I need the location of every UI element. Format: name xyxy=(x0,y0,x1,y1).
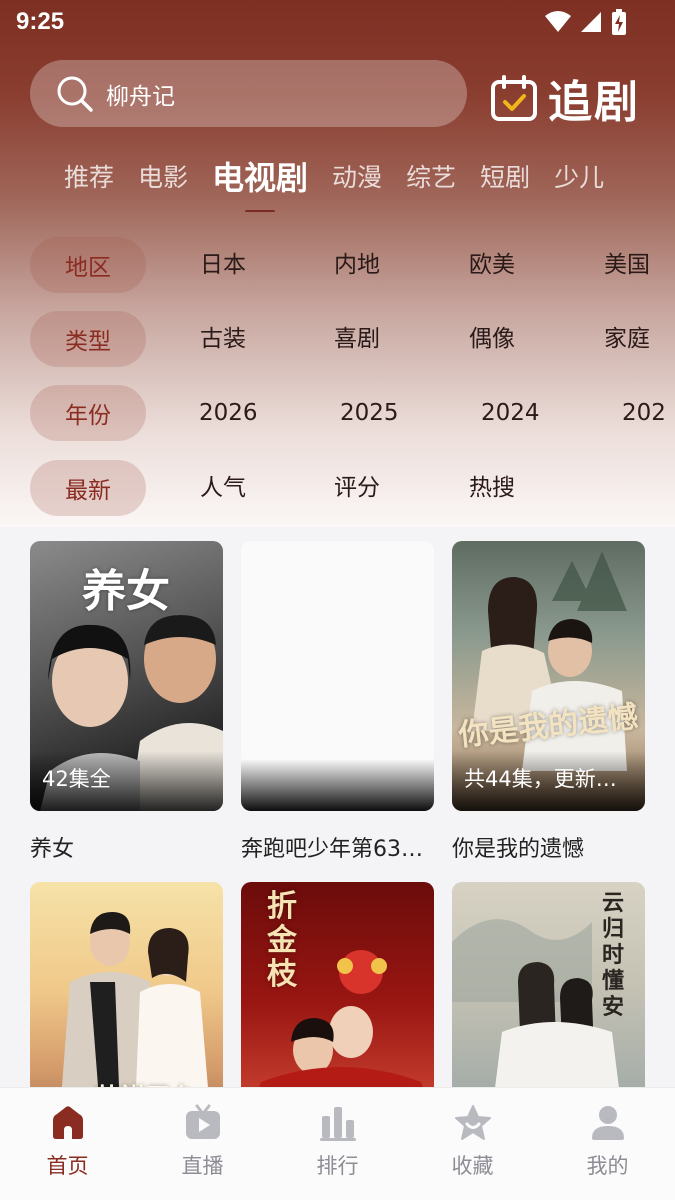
nav-ranking[interactable]: 排行 xyxy=(270,1104,405,1180)
ranking-bars-icon xyxy=(319,1107,356,1141)
poster-gradient xyxy=(241,759,434,811)
filter-row-region: 地区 日本 内地 欧美 美国 xyxy=(0,237,675,293)
filter-label-sort[interactable]: 最新 xyxy=(30,460,146,516)
filter-label-region[interactable]: 地区 xyxy=(30,237,146,293)
poster-artwork xyxy=(61,912,208,1087)
filter-option[interactable]: 2025 xyxy=(340,385,399,441)
filter-option[interactable]: 欧美 xyxy=(469,237,515,293)
tab-kids[interactable]: 少儿 xyxy=(554,152,604,204)
poster-title-art: 折金枝 xyxy=(267,889,297,992)
poster-image: 折金枝 xyxy=(241,882,434,1087)
filter-row-year: 年份 2026 2025 2024 202 xyxy=(0,385,675,441)
filter-option[interactable]: 2024 xyxy=(481,385,540,441)
show-title: 你是我的遗憾 xyxy=(452,837,585,862)
poster-image xyxy=(241,541,434,811)
nav-favorites[interactable]: 收藏 xyxy=(405,1104,540,1180)
poster-image: 养女 42集全 xyxy=(30,541,223,811)
nav-home[interactable]: 首页 xyxy=(0,1104,135,1180)
show-title: 养女 xyxy=(30,837,75,862)
profile-icon xyxy=(591,1106,624,1140)
cellular-signal-icon xyxy=(581,12,601,32)
filter-option[interactable]: 2026 xyxy=(199,385,258,441)
nav-label: 直播 xyxy=(181,1154,224,1178)
status-bar: 9:25 xyxy=(0,0,675,46)
tab-short-drama[interactable]: 短剧 xyxy=(480,152,530,204)
poster-title-art: 云归时懂安 xyxy=(602,890,625,1020)
filter-option[interactable]: 人气 xyxy=(200,460,246,516)
wifi-icon xyxy=(545,11,571,32)
tab-tv-series[interactable]: 电视剧 xyxy=(212,152,308,212)
content-grid: 养女 42集全 养女 奔跑吧少年第63… 你是我的遗憾 共44集，更新… 你是我… xyxy=(0,527,675,1087)
filter-row-sort: 最新 人气 评分 热搜 xyxy=(0,460,675,516)
follow-shows-button[interactable]: 追剧 xyxy=(490,66,640,130)
filter-option[interactable]: 家庭 xyxy=(604,311,650,367)
filter-option[interactable]: 评分 xyxy=(334,460,380,516)
filter-label-year[interactable]: 年份 xyxy=(30,385,146,441)
nav-label: 排行 xyxy=(316,1154,359,1178)
search-icon xyxy=(57,76,93,112)
poster-title-art: 芸祺已久 xyxy=(94,1078,198,1087)
filter-option[interactable]: 偶像 xyxy=(469,311,515,367)
show-title: 奔跑吧少年第63… xyxy=(241,837,423,862)
nav-label: 收藏 xyxy=(451,1154,494,1178)
calendar-check-icon xyxy=(491,75,537,121)
home-icon xyxy=(52,1106,83,1139)
follow-shows-label: 追剧 xyxy=(548,77,640,128)
category-tabs: 推荐 电影 电视剧 动漫 综艺 短剧 少儿 xyxy=(64,152,654,212)
status-icons xyxy=(545,9,627,35)
episode-badge: 共44集，更新… xyxy=(464,767,617,791)
poster-image: 云归时懂安 xyxy=(452,882,645,1087)
live-tv-icon xyxy=(185,1104,220,1139)
poster-image: 芸祺已久 xyxy=(30,882,223,1087)
episode-badge: 42集全 xyxy=(42,767,111,791)
tab-variety[interactable]: 综艺 xyxy=(406,152,456,204)
filter-option[interactable]: 美国 xyxy=(604,237,650,293)
nav-label: 首页 xyxy=(46,1154,89,1178)
search-query: 柳舟记 xyxy=(106,83,175,110)
battery-charging-icon xyxy=(612,9,626,35)
search-input[interactable]: 柳舟记 xyxy=(30,60,467,127)
tab-movie[interactable]: 电影 xyxy=(138,152,188,204)
favorite-star-icon xyxy=(454,1105,491,1140)
tab-anime[interactable]: 动漫 xyxy=(332,152,382,204)
filter-option[interactable]: 日本 xyxy=(200,237,246,293)
filter-option[interactable]: 内地 xyxy=(334,237,380,293)
nav-label: 我的 xyxy=(586,1154,629,1178)
bottom-navigation: 首页 直播 排行 收藏 我的 xyxy=(0,1087,675,1200)
filter-row-genre: 类型 古装 喜剧 偶像 家庭 xyxy=(0,311,675,367)
poster-image: 你是我的遗憾 共44集，更新… xyxy=(452,541,645,811)
nav-live[interactable]: 直播 xyxy=(135,1104,270,1180)
filter-option[interactable]: 热搜 xyxy=(469,460,515,516)
tab-recommend[interactable]: 推荐 xyxy=(64,152,114,204)
poster-title-art: 养女 xyxy=(82,566,170,617)
filter-option[interactable]: 古装 xyxy=(200,311,246,367)
nav-profile[interactable]: 我的 xyxy=(540,1104,675,1180)
status-time: 9:25 xyxy=(16,8,65,35)
filter-option[interactable]: 202 xyxy=(622,385,666,441)
filter-label-genre[interactable]: 类型 xyxy=(30,311,146,367)
filter-option[interactable]: 喜剧 xyxy=(334,311,380,367)
